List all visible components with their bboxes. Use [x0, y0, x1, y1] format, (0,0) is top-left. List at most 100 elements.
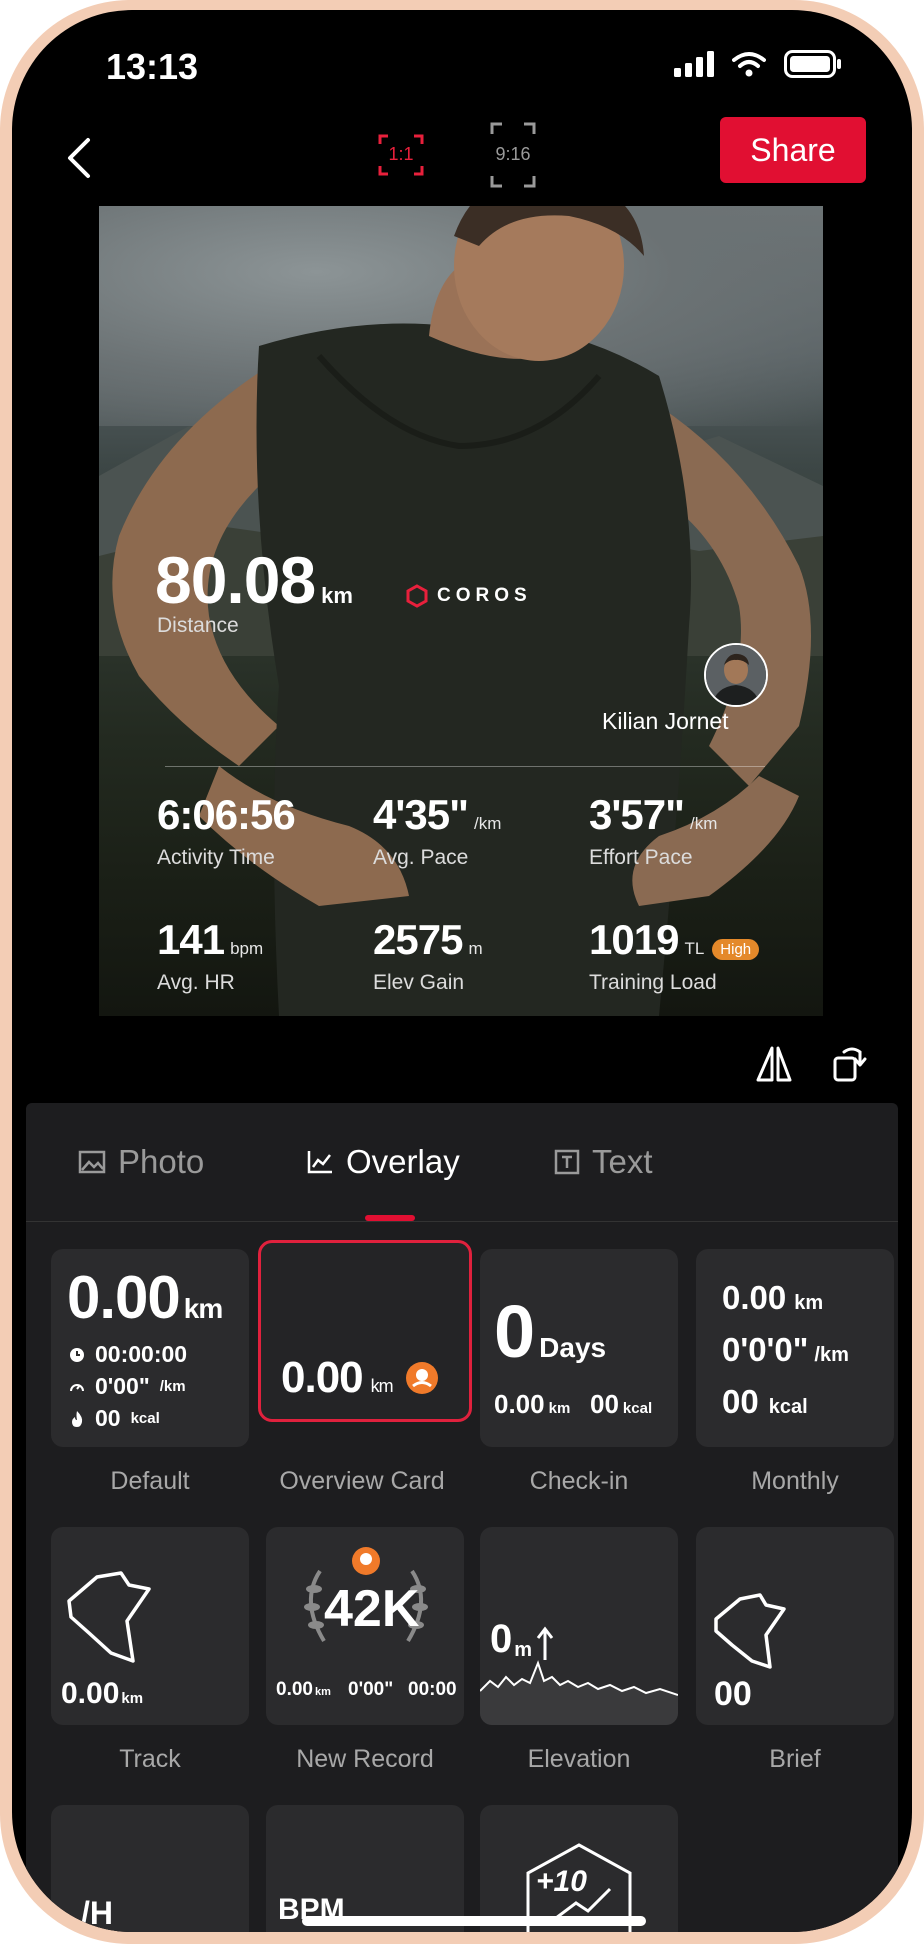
route-track-icon	[67, 1571, 151, 1663]
template-calories-row: 00 kcal	[69, 1405, 160, 1432]
template-label: Check-in	[529, 1467, 629, 1495]
template-pace: 0'00"	[348, 1679, 394, 1700]
value: 0'0'0"	[722, 1331, 809, 1368]
template-card-speed[interactable]: /H	[51, 1805, 249, 1932]
route-track-icon	[714, 1593, 786, 1669]
share-button[interactable]: Share	[720, 117, 866, 183]
elev-gain-label: Elev Gain	[373, 971, 465, 994]
template-distance: 0.00 km	[494, 1389, 570, 1420]
template-time: 00:00	[408, 1679, 457, 1700]
value: 00	[590, 1389, 619, 1419]
user-name: Kilian Jornet	[602, 708, 729, 734]
ratio-9-16-button[interactable]: 9:16	[488, 122, 538, 188]
flip-icon[interactable]	[754, 1042, 794, 1086]
tab-label: Overlay	[346, 1143, 460, 1180]
template-card-elevation[interactable]: 0m	[480, 1527, 678, 1725]
template-time-row: 00:00:00	[69, 1341, 187, 1368]
template-calories: 00 kcal	[590, 1389, 652, 1420]
user-avatar-icon	[706, 645, 766, 705]
status-time: 13:13	[106, 46, 199, 87]
template-card-default[interactable]: 0.00 km 00:00:00 0'00" /km 00 kcal	[51, 1249, 249, 1447]
value: 0.00	[494, 1389, 545, 1419]
avg-pace-value: 4'35"	[373, 791, 469, 838]
template-card-brief[interactable]: 00	[696, 1527, 894, 1725]
avg-pace-unit: /km	[473, 814, 502, 833]
value: 0'00"	[95, 1373, 150, 1399]
value: 0.00	[67, 1264, 181, 1331]
distance-block: 80.08 km	[155, 542, 353, 618]
tab-text[interactable]: Text	[554, 1143, 653, 1181]
template-card-new-record[interactable]: 42K 0.00 km 0'00" 00:00	[266, 1527, 464, 1725]
rotate-icon[interactable]	[830, 1042, 870, 1086]
overlay-panel: Photo Overlay Text 0.00 km 00:00:00 0'00…	[26, 1103, 898, 1932]
template-card-track[interactable]: 0.00 km	[51, 1527, 249, 1725]
overlay-divider	[165, 766, 765, 767]
template-label: Brief	[769, 1745, 821, 1773]
unit: kcal	[130, 1410, 160, 1427]
text-box-icon	[554, 1149, 580, 1175]
back-chevron-icon[interactable]	[58, 128, 98, 188]
template-card-monthly[interactable]: 0.00 km 0'0'0"/km 00 kcal	[696, 1249, 894, 1447]
template-pace-row: 0'00" /km	[69, 1373, 186, 1400]
stat-value: 3'57"/km	[589, 791, 717, 839]
unit: km	[121, 1690, 144, 1707]
template-label: Default	[110, 1467, 190, 1495]
template-card-check-in[interactable]: 0 Days 0.00 km 00 kcal	[480, 1249, 678, 1447]
ratio-1-1-button[interactable]: 1:1	[376, 122, 426, 188]
template-distance: 0.00 km	[276, 1679, 331, 1701]
value: 00	[722, 1383, 759, 1420]
template-card-overview[interactable]: 0.00 km	[258, 1240, 472, 1422]
unit: /km	[159, 1378, 186, 1395]
template-record: 42K	[324, 1580, 420, 1638]
training-load-badge: High	[712, 939, 760, 961]
sport-badge-icon	[406, 1362, 438, 1394]
value: 0.00	[722, 1279, 787, 1316]
ratio-label: 9:16	[495, 144, 531, 164]
template-distance: 0.00 km	[67, 1263, 223, 1332]
speedometer-icon	[70, 1383, 84, 1391]
value: 0.00	[61, 1677, 120, 1710]
distance-unit: km	[321, 583, 353, 608]
template-card-heart-rate[interactable]: BPM	[266, 1805, 464, 1932]
elev-gain-unit: m	[468, 939, 483, 958]
brand-logo: COROS	[405, 584, 532, 608]
brand-text: COROS	[437, 585, 532, 606]
phone-frame: 13:13 1:1 9:16 Share COROS 80.08 km Dist…	[0, 0, 924, 1944]
avg-pace-label: Avg. Pace	[373, 846, 469, 869]
tab-photo[interactable]: Photo	[78, 1143, 204, 1181]
training-load-unit: TL	[684, 939, 705, 958]
stat-value: 141 bpm	[157, 916, 263, 964]
unit: Days	[539, 1332, 607, 1363]
unit: km	[183, 1293, 223, 1324]
clock-icon	[70, 1347, 84, 1362]
avg-hr-unit: bpm	[230, 939, 264, 958]
value: 00:00:00	[95, 1341, 188, 1367]
unit: kcal	[768, 1396, 808, 1418]
home-indicator	[302, 1916, 646, 1926]
template-card-progress[interactable]: +10	[480, 1805, 678, 1932]
template-distance: 0.00 km	[281, 1353, 394, 1403]
template-distance: 0.00 km	[722, 1279, 823, 1317]
elevation-graph-icon	[480, 1660, 678, 1725]
avatar	[704, 643, 768, 707]
template-label: Overview Card	[279, 1467, 445, 1495]
template-value: /H	[81, 1895, 113, 1931]
value: 0.00	[281, 1353, 364, 1402]
training-load-value: 1019	[589, 916, 679, 963]
template-label: New Record	[296, 1745, 434, 1773]
coros-logo-icon	[406, 584, 428, 608]
value: 0.00	[276, 1679, 313, 1700]
distance-value: 80.08	[155, 543, 316, 617]
tab-label: Photo	[118, 1143, 205, 1180]
status-icons	[674, 50, 842, 78]
image-icon	[78, 1150, 106, 1174]
template-value: +10	[536, 1865, 587, 1898]
effort-pace-value: 3'57"	[589, 791, 685, 838]
cellular-signal-icon	[674, 51, 714, 77]
distance-label: Distance	[157, 614, 239, 637]
template-calories: 00 kcal	[722, 1383, 808, 1421]
tab-overlay[interactable]: Overlay	[306, 1143, 460, 1181]
training-load-label: Training Load	[589, 971, 717, 994]
ratio-label: 1:1	[388, 144, 414, 164]
unit: km	[794, 1292, 824, 1314]
